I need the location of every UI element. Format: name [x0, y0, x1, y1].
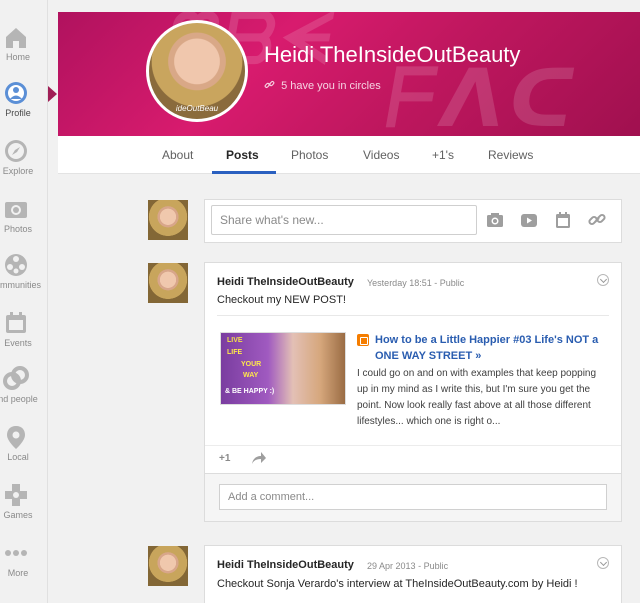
profile-icon	[5, 82, 27, 104]
post-visibility: Public	[423, 561, 449, 571]
nav-events[interactable]: Events	[0, 310, 48, 364]
post-time[interactable]: 29 Apr 2013	[367, 561, 416, 571]
profile-cover: ᗰᗷᗕ ᖴᐱᑕ ideOutBeau Heidi TheInsideOutBea…	[58, 12, 640, 136]
nav-games-label: Games	[3, 510, 33, 520]
nav-events-label: Events	[4, 338, 32, 348]
thumb-text: & BE HAPPY :)	[225, 388, 275, 395]
avatar-caption: ideOutBeau	[175, 104, 219, 113]
tab-posts[interactable]: Posts	[226, 148, 259, 162]
link-icon	[264, 81, 275, 88]
tab-plus-ones[interactable]: +1's	[432, 148, 454, 162]
plus-one-button[interactable]: +1	[219, 453, 230, 464]
active-tab-underline	[212, 171, 276, 174]
link-icon[interactable]	[587, 210, 607, 230]
nav-communities-label: ommunities	[0, 280, 41, 290]
nav-explore[interactable]: Explore	[0, 138, 48, 192]
nav-local-label: Local	[7, 452, 29, 462]
post-author[interactable]: Heidi TheInsideOutBeauty	[217, 559, 354, 571]
games-icon	[5, 484, 27, 506]
event-icon[interactable]	[553, 210, 573, 230]
post-time[interactable]: Yesterday 18:51	[367, 278, 432, 288]
nav-games[interactable]: Games	[0, 482, 48, 536]
video-icon[interactable]	[519, 210, 539, 230]
circles-count[interactable]: 5 have you in circles	[264, 79, 381, 92]
post-action-bar: +1	[205, 445, 621, 471]
post-text: Checkout Sonja Verardo's interview at Th…	[217, 578, 578, 590]
more-dots-icon	[5, 550, 27, 556]
thumb-text: WAY	[243, 372, 259, 379]
blogger-icon	[357, 334, 369, 346]
post-card: Heidi TheInsideOutBeauty 29 Apr 2013 - P…	[204, 545, 622, 603]
share-box: Share what's new...	[204, 199, 622, 243]
calendar-icon	[6, 312, 26, 333]
camera-icon	[5, 202, 27, 218]
post-author-avatar[interactable]	[148, 263, 188, 303]
share-arrow-icon[interactable]	[251, 451, 267, 465]
nav-home-label: Home	[5, 52, 30, 62]
share-input[interactable]: Share what's new...	[211, 205, 477, 235]
post-meta: 29 Apr 2013 - Public	[367, 561, 448, 571]
circles-icon	[3, 366, 29, 390]
thumb-text: YOUR	[241, 361, 262, 368]
post-author-avatar[interactable]	[148, 546, 188, 586]
post-meta: Yesterday 18:51 - Public	[367, 278, 464, 288]
profile-name: Heidi TheInsideOutBeauty	[264, 42, 521, 67]
comment-area: Add a comment...	[204, 474, 622, 522]
thumb-text: LIVE	[227, 337, 243, 344]
post-text: Checkout my NEW POST!	[217, 294, 346, 306]
nav-photos-label: Photos	[3, 224, 33, 234]
link-description: I could go on and on with examples that …	[357, 368, 597, 427]
link-thumbnail[interactable]: LIVE LIFE YOUR WAY & BE HAPPY :)	[220, 332, 346, 405]
nav-more-label: More	[7, 568, 29, 578]
thumb-text: LIFE	[227, 349, 243, 356]
post-options-chevron-icon[interactable]	[597, 557, 609, 569]
nav-find-people-label: nd people	[0, 394, 38, 404]
link-preview: LIVE LIFE YOUR WAY & BE HAPPY :) How to …	[217, 315, 609, 439]
nav-communities[interactable]: ommunities	[0, 252, 48, 306]
nav-explore-label: Explore	[2, 166, 34, 176]
nav-profile-label: Profile	[5, 108, 31, 118]
nav-profile[interactable]: Profile	[0, 80, 48, 134]
nav-more[interactable]: More	[0, 540, 48, 594]
profile-tabs: About Posts Photos Videos +1's Reviews	[58, 136, 640, 174]
circles-count-label: 5 have you in circles	[281, 80, 381, 92]
communities-icon	[5, 254, 27, 276]
tab-reviews[interactable]: Reviews	[488, 148, 533, 162]
tab-about[interactable]: About	[162, 148, 193, 162]
comment-input[interactable]: Add a comment...	[219, 484, 607, 510]
nav-find-people[interactable]: nd people	[0, 366, 48, 420]
tab-photos[interactable]: Photos	[291, 148, 328, 162]
profile-avatar[interactable]: ideOutBeau	[146, 20, 248, 122]
post-card: Heidi TheInsideOutBeauty Yesterday 18:51…	[204, 262, 622, 474]
post-options-chevron-icon[interactable]	[597, 274, 609, 286]
active-nav-indicator	[48, 86, 57, 102]
left-nav-rail: Home Profile Explore Photos ommunities E…	[0, 0, 48, 603]
nav-local[interactable]: Local	[0, 424, 48, 478]
nav-home[interactable]: Home	[0, 24, 48, 78]
link-title[interactable]: How to be a Little Happier #03 Life's NO…	[375, 332, 609, 364]
compass-icon	[5, 140, 27, 162]
share-avatar[interactable]	[148, 200, 188, 240]
post-visibility: Public	[439, 278, 465, 288]
tab-videos[interactable]: Videos	[363, 148, 399, 162]
camera-icon[interactable]	[485, 210, 505, 230]
nav-photos[interactable]: Photos	[0, 196, 48, 250]
location-pin-icon	[7, 426, 25, 449]
home-icon	[6, 28, 26, 48]
post-author[interactable]: Heidi TheInsideOutBeauty	[217, 276, 354, 288]
